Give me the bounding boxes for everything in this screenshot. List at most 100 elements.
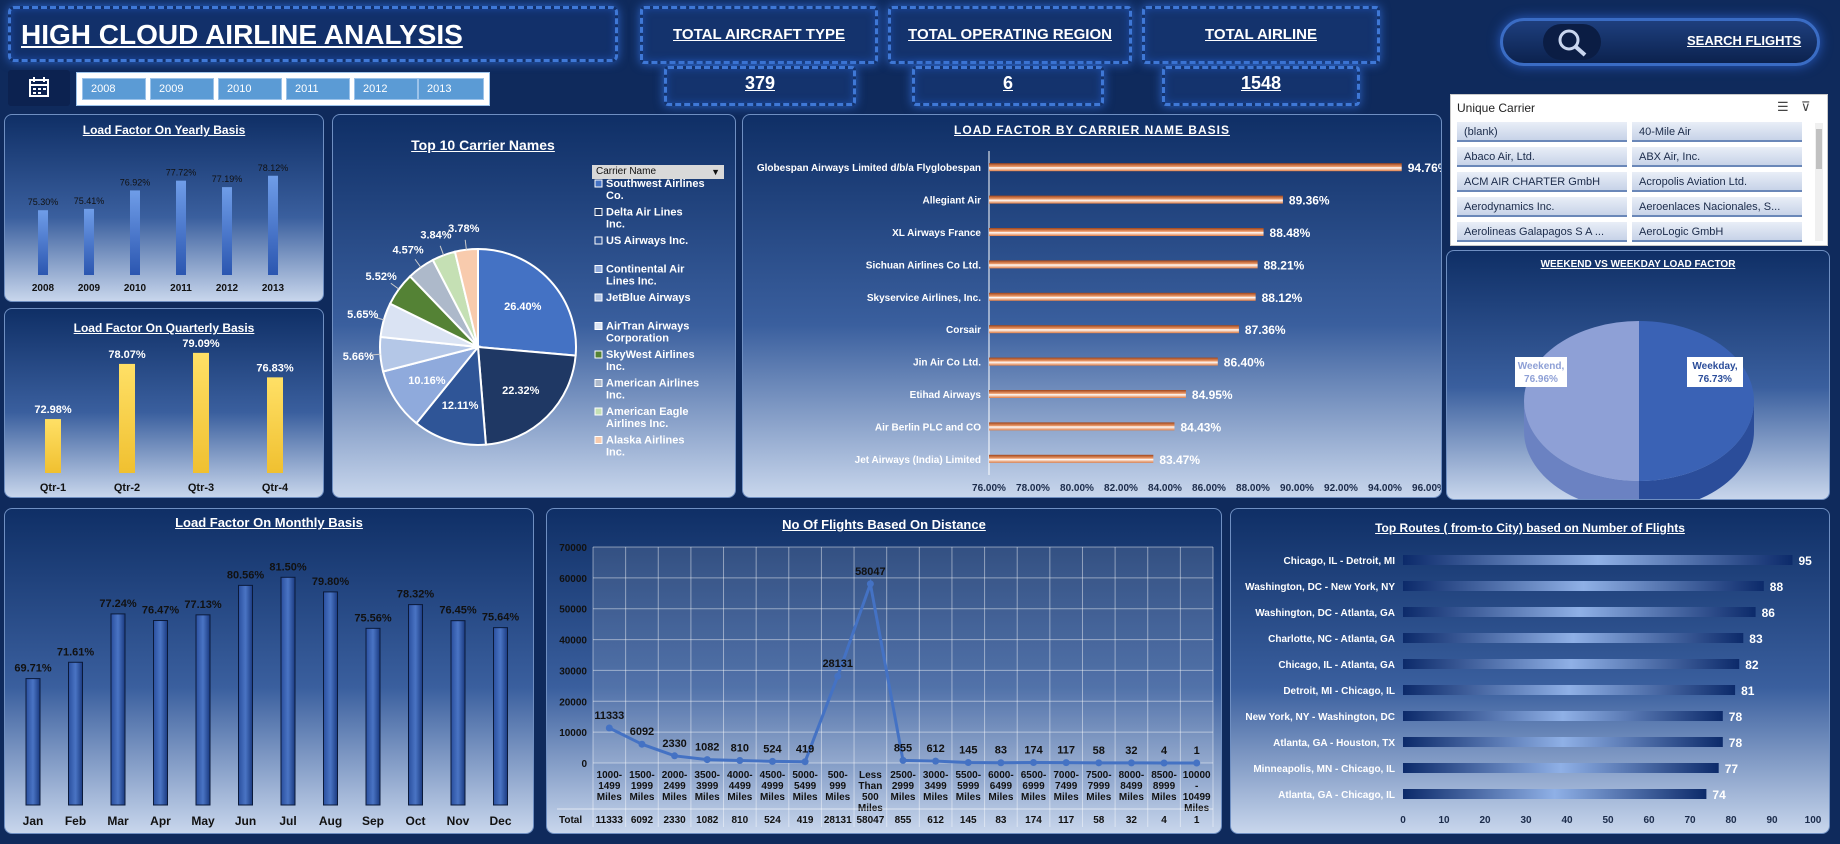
distance-point <box>801 758 809 766</box>
slicer-item[interactable]: 40-Mile Air <box>1632 122 1802 142</box>
total-row-value: 419 <box>797 815 814 826</box>
clear-filter-icon[interactable]: ⊽ <box>1801 99 1811 115</box>
x-tick-label: 2000- <box>662 770 688 781</box>
distance-point <box>964 759 972 767</box>
slicer-item[interactable]: ACM AIR CHARTER GmbH <box>1457 172 1627 192</box>
distance-point <box>1160 759 1168 767</box>
carrier-data-label: 88.21% <box>1264 258 1305 272</box>
multi-select-icon[interactable]: ☰ <box>1777 99 1789 115</box>
distance-point <box>768 757 776 765</box>
slicer-item[interactable]: (blank) <box>1457 122 1627 142</box>
monthly-tick-label: Nov <box>447 814 470 828</box>
x-tick-label: 4499 <box>729 781 752 792</box>
distance-data-label: 28131 <box>822 658 853 670</box>
kpi-value-aircraft: 379 <box>744 73 776 93</box>
slicer-scrollbar[interactable] <box>1815 123 1823 241</box>
year-button-2010[interactable]: 2010 <box>218 78 282 100</box>
year-button-2012[interactable]: 2012 <box>354 78 418 100</box>
slicer-item[interactable]: Aerodynamics Inc. <box>1457 197 1627 217</box>
slicer-item[interactable]: Aeroenlaces Nacionales, S... <box>1632 197 1802 217</box>
monthly-bar <box>365 627 381 806</box>
page-title: HIGH CLOUD AIRLINE ANALYSIS <box>21 19 463 50</box>
route-axis-tick: 100 <box>1805 815 1822 826</box>
distance-point <box>899 756 907 764</box>
carrier-tick-label: Skyservice Airlines, Inc. <box>867 293 981 304</box>
pie-data-label: 26.40% <box>504 301 542 313</box>
monthly-data-label: 76.47% <box>142 605 180 617</box>
total-row-value: 524 <box>764 815 781 826</box>
route-bar <box>1403 737 1723 747</box>
carrier-load-factor-panel: LOAD FACTOR BY CARRIER NAME BASIS Globes… <box>742 114 1442 498</box>
x-tick-label: 6000- <box>988 770 1014 781</box>
carrier-data-label: 89.36% <box>1289 194 1330 208</box>
x-tick-label: 10000 <box>1183 770 1211 781</box>
weekend-label-name: Weekend, <box>1518 361 1565 372</box>
yearly-data-label: 75.30% <box>28 197 59 207</box>
carrier-bar <box>989 292 1256 301</box>
monthly-tick-label: Sep <box>362 814 384 828</box>
yearly-bar <box>84 208 94 275</box>
distance-data-label: 83 <box>995 745 1007 757</box>
year-button-2011[interactable]: 2011 <box>286 78 350 100</box>
x-tick-label: 4000- <box>727 770 753 781</box>
carrier-tick-label: Etihad Airways <box>910 390 982 401</box>
legend-label: Co. <box>606 190 624 202</box>
legend-label: JetBlue Airways <box>606 292 691 304</box>
x-tick-label: Miles <box>1119 792 1144 803</box>
yearly-data-label: 76.92% <box>120 177 151 187</box>
total-row-value: 58047 <box>856 815 884 826</box>
slicer-item[interactable]: ABX Air, Inc. <box>1632 147 1802 167</box>
carrier-bar <box>989 260 1258 269</box>
title-box: HIGH CLOUD AIRLINE ANALYSIS <box>8 6 618 62</box>
x-tick-label: 6999 <box>1022 781 1045 792</box>
monthly-tick-label: Dec <box>489 814 511 828</box>
carrier-load-factor-chart: Globespan Airways Limited d/b/a Flyglobe… <box>757 151 1441 494</box>
x-tick-label: 10499 <box>1183 792 1211 803</box>
route-data-label: 81 <box>1741 684 1755 698</box>
x-tick-label: Miles <box>727 792 752 803</box>
x-tick-label: - <box>1195 781 1198 792</box>
monthly-tick-label: Mar <box>107 814 129 828</box>
yearly-bar <box>176 180 186 275</box>
quarterly-bar <box>119 363 135 473</box>
kpi-value-airline: 1548 <box>1240 73 1282 93</box>
monthly-tick-label: Oct <box>405 814 425 828</box>
distance-data-label: 117 <box>1057 745 1075 757</box>
legend-swatch <box>594 436 603 444</box>
route-tick-label: New York, NY - Washington, DC <box>1245 712 1395 723</box>
carrier-tick-label: Allegiant Air <box>922 196 981 207</box>
yearly-tick-label: 2010 <box>124 283 147 294</box>
legend-label: Inc. <box>606 219 625 231</box>
x-tick-label: Miles <box>597 792 622 803</box>
top-carriers-panel: Top 10 Carrier Names Carrier Name ▼ 26.4… <box>332 114 736 498</box>
x-tick-label: Miles <box>1021 792 1046 803</box>
year-button-2008[interactable]: 2008 <box>82 78 146 100</box>
x-tick-label: 500- <box>828 770 848 781</box>
yearly-load-factor-panel: Load Factor On Yearly Basis 75.30% 2008 75… <box>4 114 324 302</box>
x-tick-label: 5499 <box>794 781 817 792</box>
year-button-2013[interactable]: 2013 <box>418 78 484 100</box>
slicer-item[interactable]: Acropolis Aviation Ltd. <box>1632 172 1802 192</box>
quarterly-bar <box>267 377 283 473</box>
distance-point <box>1095 759 1103 767</box>
quarterly-bar <box>45 419 61 473</box>
carrier-axis-tick: 76.00% <box>972 483 1006 494</box>
quarterly-tick-label: Qtr-2 <box>114 482 140 494</box>
route-data-label: 82 <box>1745 658 1759 672</box>
slicer-item[interactable]: Abaco Air, Ltd. <box>1457 147 1627 167</box>
legend-label: Corporation <box>606 333 669 345</box>
year-button-2009[interactable]: 2009 <box>150 78 214 100</box>
total-row-value: 612 <box>927 815 944 826</box>
slicer-item[interactable]: AeroLogic GmbH <box>1632 222 1802 242</box>
slicer-item[interactable]: Aerolineas Galapagos S A ... <box>1457 222 1627 242</box>
route-tick-label: Charlotte, NC - Atlanta, GA <box>1268 634 1395 645</box>
route-axis-tick: 70 <box>1684 815 1696 826</box>
calendar-icon[interactable] <box>8 70 70 106</box>
search-flights-bar[interactable]: SEARCH FLIGHTS <box>1500 18 1820 66</box>
x-tick-label: 8000- <box>1119 770 1145 781</box>
route-data-label: 86 <box>1762 606 1776 620</box>
distance-point <box>1062 759 1070 767</box>
x-tick-label: 1499 <box>598 781 621 792</box>
legend-label: AirTran Airways <box>606 321 689 333</box>
carrier-data-label: 86.40% <box>1224 356 1265 370</box>
